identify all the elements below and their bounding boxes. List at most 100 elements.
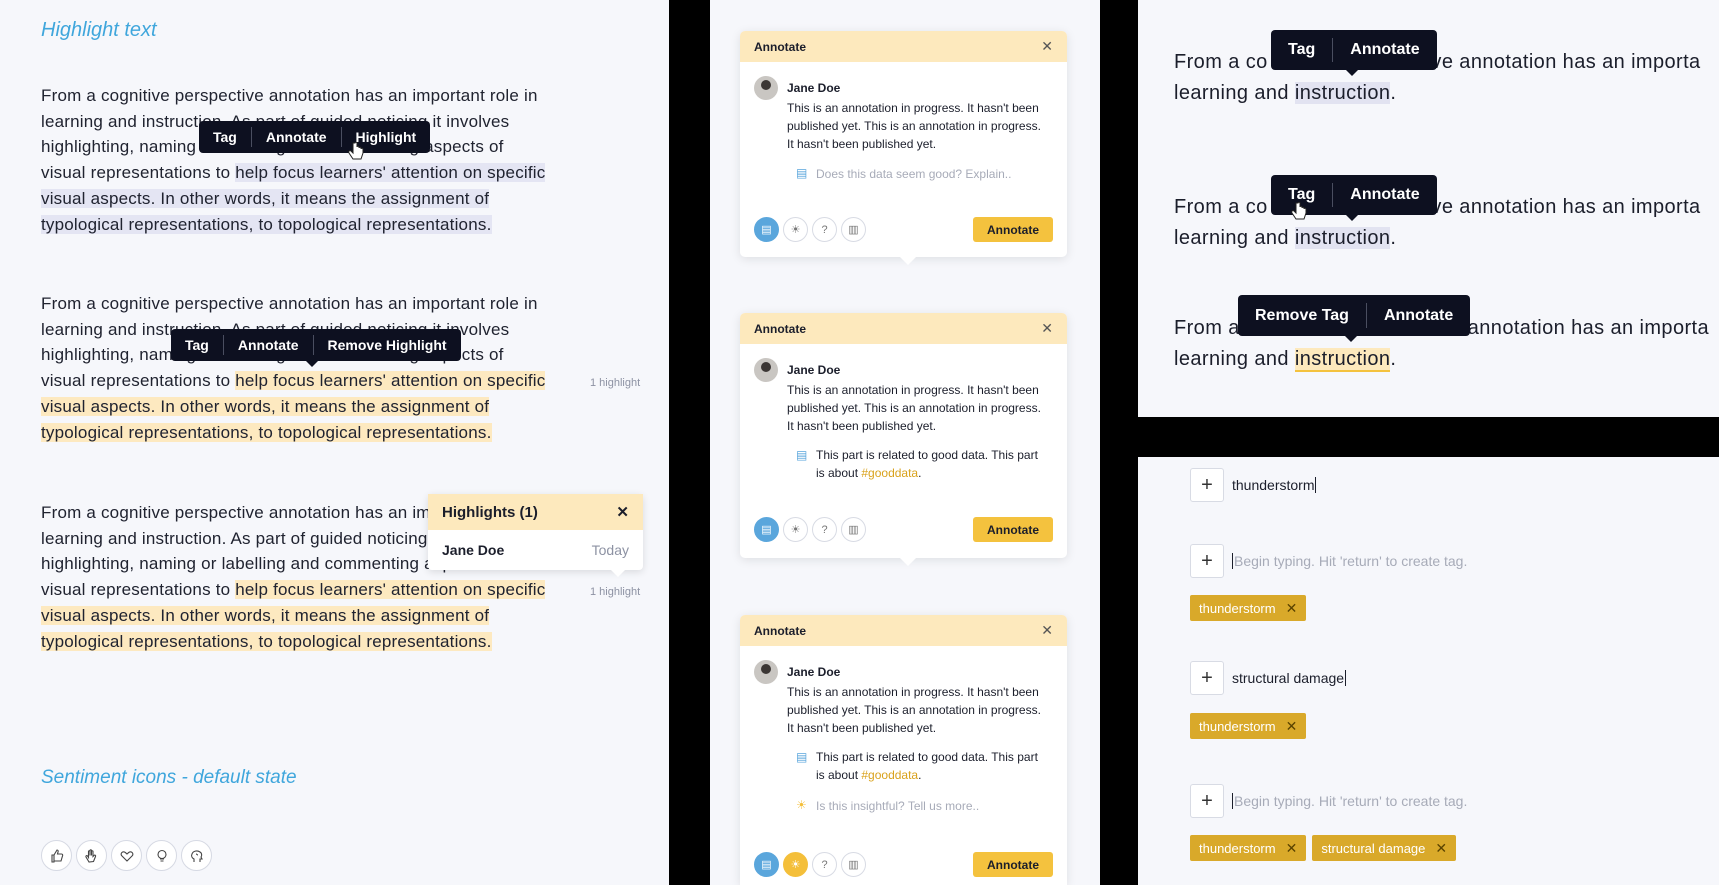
add-tag-button[interactable]: + bbox=[1190, 784, 1224, 818]
paragraph-2: From a cognitive perspective annotation … bbox=[41, 294, 546, 442]
hand-cursor-icon bbox=[1291, 202, 1307, 220]
add-tag-button[interactable]: + bbox=[1190, 468, 1224, 502]
tag-button[interactable]: Tag bbox=[199, 121, 251, 153]
card-title: Annotate bbox=[754, 623, 806, 638]
tag-input[interactable]: Begin typing. Hit 'return' to create tag… bbox=[1232, 553, 1467, 569]
annotation-text: This is an annotation in progress. It ha… bbox=[787, 383, 1041, 433]
tag-menu: Tag Annotate bbox=[1271, 30, 1437, 76]
highlight-user: Jane Doe bbox=[442, 542, 505, 558]
chart-icon[interactable]: ▥ bbox=[841, 852, 866, 877]
card-title: Annotate bbox=[754, 39, 806, 54]
user-name: Jane Doe bbox=[787, 665, 841, 679]
tag-input-row: + structural damage bbox=[1190, 661, 1347, 695]
remove-highlight-button[interactable]: Remove Highlight bbox=[314, 329, 461, 361]
tag-link[interactable]: #gooddata bbox=[861, 768, 918, 782]
text-block-2: From a co tive annotation has an importa … bbox=[1174, 196, 1701, 249]
highlights-popup: Highlights (1) ✕ Jane Doe Today bbox=[428, 494, 643, 577]
annotate-button[interactable]: Annotate bbox=[224, 329, 313, 361]
tag-list: thunderstorm ✕ bbox=[1190, 595, 1307, 621]
close-icon[interactable]: ✕ bbox=[1041, 38, 1053, 55]
insight-comment-input[interactable]: Is this insightful? Tell us more.. bbox=[816, 797, 1066, 815]
thumbs-up-icon[interactable] bbox=[41, 840, 72, 871]
tag-chip[interactable]: structural damage ✕ bbox=[1312, 835, 1457, 861]
close-icon[interactable]: ✕ bbox=[616, 503, 629, 521]
tag-link[interactable]: #gooddata bbox=[861, 466, 918, 480]
tag-input-row: + Begin typing. Hit 'return' to create t… bbox=[1190, 784, 1467, 818]
annotation-text: This is an annotation in progress. It ha… bbox=[787, 685, 1041, 735]
hand-cursor-icon bbox=[348, 142, 364, 160]
lightbulb-icon[interactable] bbox=[146, 840, 177, 871]
sentiment-icons bbox=[41, 840, 212, 871]
tag-chip[interactable]: thunderstorm ✕ bbox=[1190, 713, 1307, 739]
tag-input[interactable]: structural damage bbox=[1232, 670, 1347, 686]
text-block-1: From a co tive annotation has an importa … bbox=[1174, 51, 1701, 104]
avatar bbox=[754, 660, 778, 684]
user-name: Jane Doe bbox=[787, 81, 841, 95]
selected-text[interactable]: instruction bbox=[1294, 82, 1391, 104]
clap-icon[interactable] bbox=[76, 840, 107, 871]
tag-input[interactable]: thunderstorm bbox=[1232, 477, 1317, 493]
annotate-button[interactable]: Annotate bbox=[1367, 295, 1470, 336]
highlighted-text[interactable]: help focus learners' attention on specif… bbox=[235, 371, 546, 391]
annotate-button[interactable]: Annotate bbox=[973, 852, 1053, 877]
annotate-card-data: Annotate ✕ Jane Doe This is an annotation… bbox=[740, 313, 1067, 566]
tag-button[interactable]: Tag bbox=[1271, 30, 1332, 70]
add-tag-button[interactable]: + bbox=[1190, 544, 1224, 578]
data-icon[interactable]: ▤ bbox=[754, 517, 779, 542]
annotate-button[interactable]: Annotate bbox=[1333, 175, 1436, 215]
tagged-text[interactable]: instruction bbox=[1294, 348, 1391, 372]
data-icon[interactable]: ▤ bbox=[754, 217, 779, 242]
tag-button[interactable]: Tag bbox=[171, 329, 223, 361]
highlight-date: Today bbox=[591, 542, 629, 558]
close-icon[interactable]: ✕ bbox=[1041, 320, 1053, 337]
highlight-count[interactable]: 1 highlight bbox=[590, 586, 640, 598]
tag-chip[interactable]: thunderstorm ✕ bbox=[1190, 595, 1307, 621]
tag-list: thunderstorm ✕ structural damage ✕ bbox=[1190, 835, 1457, 861]
highlight-panel: Highlight text From a cognitive perspect… bbox=[0, 0, 669, 885]
annotate-button[interactable]: Annotate bbox=[973, 517, 1053, 542]
remove-tag-icon[interactable]: ✕ bbox=[1435, 840, 1447, 857]
close-icon[interactable]: ✕ bbox=[1041, 622, 1053, 639]
remove-tag-icon[interactable]: ✕ bbox=[1286, 718, 1298, 735]
tag-chip[interactable]: thunderstorm ✕ bbox=[1190, 835, 1307, 861]
lightbulb-icon[interactable]: ☀ bbox=[783, 217, 808, 242]
heart-icon[interactable] bbox=[111, 840, 142, 871]
tagged-menu: Remove Tag Annotate bbox=[1238, 295, 1471, 342]
tag-input[interactable]: Begin typing. Hit 'return' to create tag… bbox=[1232, 793, 1467, 809]
chart-icon[interactable]: ▥ bbox=[841, 217, 866, 242]
data-icon[interactable]: ▤ bbox=[754, 852, 779, 877]
tag-input-row: + Begin typing. Hit 'return' to create t… bbox=[1190, 544, 1467, 578]
avatar bbox=[754, 76, 778, 100]
remove-tag-icon[interactable]: ✕ bbox=[1286, 600, 1298, 617]
brain-icon[interactable] bbox=[181, 840, 212, 871]
annotate-button[interactable]: Annotate bbox=[252, 121, 341, 153]
selected-text[interactable]: instruction bbox=[1294, 227, 1391, 249]
avatar bbox=[754, 358, 778, 382]
selected-text[interactable]: help focus learners' attention on specif… bbox=[235, 163, 546, 183]
brain-icon[interactable]: ? bbox=[812, 852, 837, 877]
add-tag-button[interactable]: + bbox=[1190, 661, 1224, 695]
data-icon: ▤ bbox=[796, 448, 808, 462]
highlighted-text[interactable]: help focus learners' attention on specif… bbox=[235, 580, 546, 600]
annotate-card-insight: Annotate ✕ Jane Doe This is an annotation… bbox=[740, 615, 1067, 885]
lightbulb-icon[interactable]: ☀ bbox=[783, 852, 808, 877]
remove-tag-icon[interactable]: ✕ bbox=[1286, 840, 1298, 857]
brain-icon[interactable]: ? bbox=[812, 217, 837, 242]
data-comment[interactable]: This part is related to good data. This … bbox=[816, 446, 1046, 482]
highlight-count[interactable]: 1 highlight bbox=[590, 377, 640, 389]
section-title-sentiment: Sentiment icons - default state bbox=[41, 767, 297, 788]
annotate-button[interactable]: Annotate bbox=[1333, 30, 1436, 70]
highlight-entry[interactable]: Jane Doe Today bbox=[428, 530, 643, 570]
chart-icon[interactable]: ▥ bbox=[841, 517, 866, 542]
annotation-text: This is an annotation in progress. It ha… bbox=[787, 101, 1041, 151]
data-comment-input[interactable]: Does this data seem good? Explain.. bbox=[816, 165, 1066, 183]
remove-tag-button[interactable]: Remove Tag bbox=[1238, 295, 1366, 336]
data-icon: ▤ bbox=[796, 166, 808, 180]
lightbulb-icon[interactable]: ☀ bbox=[783, 517, 808, 542]
lightbulb-icon: ☀ bbox=[796, 798, 807, 812]
brain-icon[interactable]: ? bbox=[812, 517, 837, 542]
tag-input-panel: + thunderstorm + Begin typing. Hit 'retu… bbox=[1138, 457, 1719, 885]
user-name: Jane Doe bbox=[787, 363, 841, 377]
annotate-button[interactable]: Annotate bbox=[973, 217, 1053, 242]
data-comment[interactable]: This part is related to good data. This … bbox=[816, 748, 1046, 784]
